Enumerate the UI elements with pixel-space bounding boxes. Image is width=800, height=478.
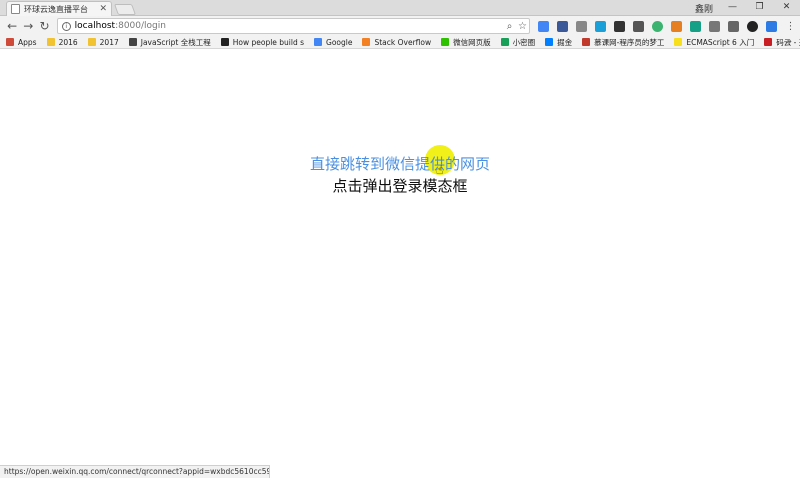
browser-tab[interactable]: 环球云逸直播平台 ✕ xyxy=(6,1,112,16)
info-icon[interactable]: i xyxy=(61,21,71,31)
close-window-icon[interactable]: ✕ xyxy=(773,0,800,15)
grid-extension-icon[interactable] xyxy=(576,20,588,32)
bookmark-label: 慕课网-程序员的梦工 xyxy=(594,37,665,47)
bookmark-item[interactable]: Apps xyxy=(6,38,37,47)
window-controls: — ❐ ✕ xyxy=(719,0,800,15)
bookmark-item[interactable]: 小密圈 xyxy=(500,37,536,48)
browser-toolbar: ← → ↻ i localhost :8000/login ⌕ ☆ ⋮ xyxy=(0,16,800,36)
archive-extension-icon[interactable] xyxy=(728,20,740,32)
bookmark-icon xyxy=(362,38,371,46)
new-tab-button[interactable] xyxy=(113,4,137,15)
close-tab-icon[interactable]: ✕ xyxy=(99,4,107,14)
bookmark-item[interactable]: How people build s xyxy=(220,37,305,47)
profile-name[interactable]: 鑫刚 xyxy=(695,2,713,15)
page-content: 直接跳转到微信提供的网页 点击弹出登录模态框 ☝ xyxy=(0,50,800,465)
bookmark-label: Apps xyxy=(18,37,37,47)
settings-extension-icon[interactable] xyxy=(766,20,778,32)
login-modal-trigger[interactable]: 点击弹出登录模态框 xyxy=(0,175,800,196)
status-url: https://open.weixin.qq.com/connect/qrcon… xyxy=(0,465,270,478)
translate-extension-icon[interactable] xyxy=(538,20,550,32)
bookmark-item[interactable]: 微信网页版 xyxy=(441,37,491,48)
code-extension-icon[interactable] xyxy=(633,20,645,32)
hand-pointer-icon: ☝ xyxy=(436,163,444,177)
bookmark-label: JavaScript 全栈工程 xyxy=(140,37,211,47)
bookmark-label: How people build s xyxy=(232,37,305,47)
title-bar: 环球云逸直播平台 ✕ 鑫刚 — ❐ ✕ xyxy=(0,0,800,16)
bookmark-item[interactable]: 掘金 xyxy=(545,37,572,48)
forward-icon[interactable]: → xyxy=(20,18,36,35)
bookmark-item[interactable]: 码云 - 开源中国 xyxy=(764,37,800,48)
tab-title: 环球云逸直播平台 xyxy=(24,4,88,14)
bookmark-star-icon[interactable]: ☆ xyxy=(516,21,529,32)
bookmark-icon xyxy=(128,38,137,46)
address-bar[interactable]: i localhost :8000/login ⌕ ☆ xyxy=(56,18,531,34)
bookmark-icon xyxy=(314,38,323,46)
teal-extension-icon[interactable] xyxy=(690,20,702,32)
restore-icon[interactable]: ❐ xyxy=(746,0,773,15)
bookmark-item[interactable]: 2016 xyxy=(46,37,78,47)
bookmark-icon xyxy=(220,38,229,46)
bookmark-icon xyxy=(46,38,55,46)
reload-icon[interactable]: ↻ xyxy=(36,18,52,35)
bookmark-label: 掘金 xyxy=(557,37,573,47)
minimize-icon[interactable]: — xyxy=(719,0,746,15)
bookmark-label: Google xyxy=(326,37,353,47)
zoom-icon[interactable]: ⌕ xyxy=(503,21,516,32)
bookmark-item[interactable]: Google xyxy=(314,38,352,47)
wechat-login-link[interactable]: 直接跳转到微信提供的网页 xyxy=(0,153,800,174)
bookmark-label: ECMAScript 6 入门 xyxy=(686,37,755,47)
bookmark-icon xyxy=(545,38,554,46)
page-icon xyxy=(11,4,20,14)
extensions-area: ⋮ xyxy=(534,20,800,32)
proxy-extension-icon[interactable] xyxy=(557,20,569,32)
bookmark-icon xyxy=(500,38,509,46)
bookmarks-bar: Apps 2016 2017 JavaScript 全栈工程 How people bu… xyxy=(0,36,800,49)
more-bookmarks-icon[interactable]: » xyxy=(786,36,792,48)
bookmark-item[interactable]: 慕课网-程序员的梦工 xyxy=(582,37,664,48)
bookmark-icon xyxy=(87,38,96,46)
bookmark-label: 微信网页版 xyxy=(453,37,491,47)
bookmark-icon xyxy=(6,38,14,46)
back-icon[interactable]: ← xyxy=(4,18,20,35)
mail-extension-icon[interactable] xyxy=(709,20,721,32)
vue-devtools-icon[interactable] xyxy=(595,20,607,32)
url-path: :8000/login xyxy=(115,21,166,31)
bookmark-icon xyxy=(582,38,591,46)
bookmark-label: 小密圈 xyxy=(512,37,536,47)
bookmark-icon xyxy=(441,38,450,46)
bookmark-item[interactable]: 2017 xyxy=(87,37,119,47)
pocket-icon[interactable] xyxy=(614,20,626,32)
bookmark-label: Stack Overflow xyxy=(374,37,432,47)
bookmark-item[interactable]: JavaScript 全栈工程 xyxy=(128,37,211,48)
bookmark-label: 2016 xyxy=(58,37,78,47)
green-extension-icon[interactable] xyxy=(652,20,664,32)
bookmark-item[interactable]: ECMAScript 6 入门 xyxy=(674,37,754,48)
bookmark-label: 2017 xyxy=(99,37,119,47)
bookmark-icon xyxy=(764,38,773,46)
bookmark-item[interactable]: Stack Overflow xyxy=(362,38,431,47)
menu-icon[interactable]: ⋮ xyxy=(785,21,796,32)
url-host: localhost xyxy=(74,21,116,31)
github-icon[interactable] xyxy=(747,20,759,32)
orange-extension-icon[interactable] xyxy=(671,20,683,32)
bookmark-icon xyxy=(674,38,683,46)
